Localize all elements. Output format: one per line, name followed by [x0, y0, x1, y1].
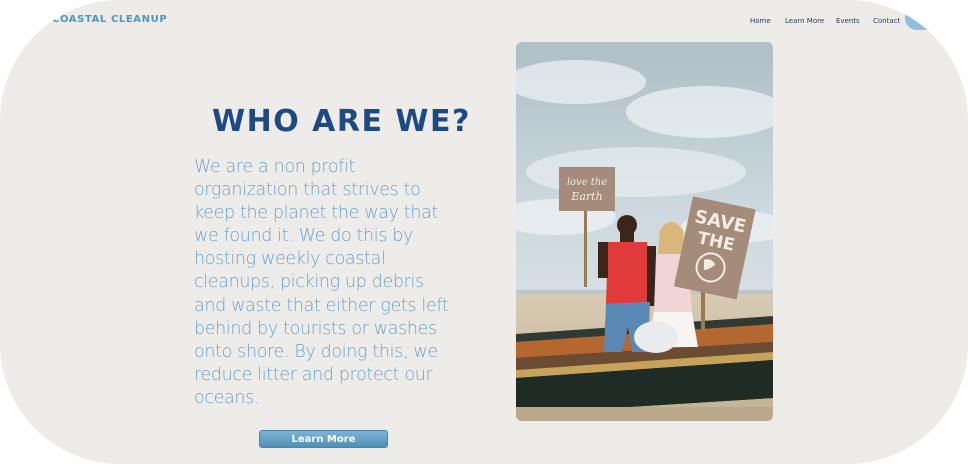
svg-text:Earth: Earth — [570, 190, 602, 203]
nav-learn-more[interactable]: Learn More — [785, 17, 824, 25]
nav-contact[interactable]: Contact — [873, 17, 900, 25]
svg-text:love the: love the — [567, 177, 607, 188]
top-nav: Home Learn More Events Contact — [0, 17, 968, 31]
nav-home[interactable]: Home — [750, 17, 771, 25]
corner-accent — [905, 14, 931, 30]
beach-volunteers-image: love the Earth SAVE THE — [516, 42, 773, 421]
nav-events[interactable]: Events — [836, 17, 860, 25]
hero-photo: love the Earth SAVE THE — [516, 42, 773, 421]
section-heading: WHO ARE WE? — [212, 104, 471, 139]
learn-more-button[interactable]: Learn More — [259, 430, 388, 448]
page: COASTAL CLEANUP Home Learn More Events C… — [0, 0, 968, 464]
about-paragraph: We are a non profit organization that st… — [194, 157, 449, 408]
